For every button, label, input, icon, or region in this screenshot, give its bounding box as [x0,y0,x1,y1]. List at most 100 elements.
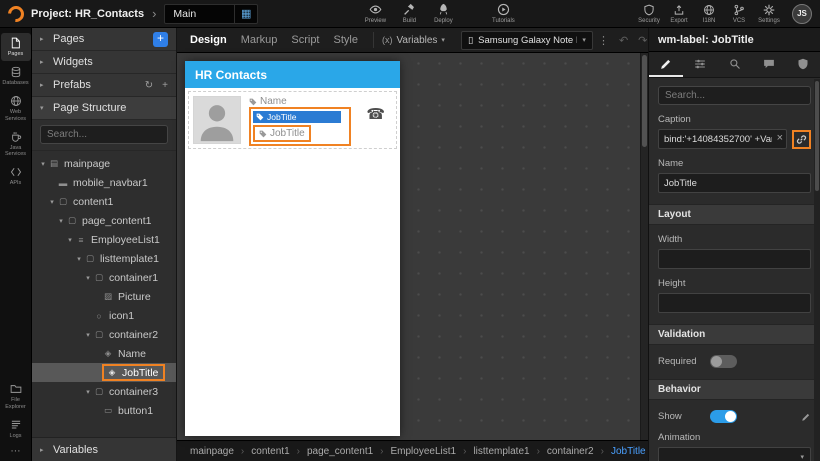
tab-styles[interactable] [683,52,717,77]
tab-events[interactable] [752,52,786,77]
scrollbar-thumb[interactable] [642,55,647,147]
jobtitle-label-widget[interactable]: JobTitle [253,125,311,142]
nav-apis[interactable]: APIs [1,162,31,190]
tab-script[interactable]: Script [284,34,326,46]
add-page-button[interactable]: + [153,31,168,47]
widgets-section-header[interactable]: ▸ Widgets [32,51,176,74]
pages-section-header[interactable]: ▸ Pages + [32,28,176,51]
security-button[interactable]: Security [636,4,662,24]
breadcrumb-content1[interactable]: content1 [251,446,289,457]
breadcrumb-employeelist1[interactable]: EmployeeList1 [391,446,457,457]
tab-security[interactable] [786,52,820,77]
tab-style[interactable]: Style [327,34,365,46]
tree-item-container2[interactable]: ▾ ▢ container2 [32,325,176,344]
properties-body: Caption × Name Layout Width Height [649,78,820,461]
build-label: Build [402,18,417,24]
tab-search[interactable] [717,52,751,77]
tree-item-container1[interactable]: ▾ ▢ container1 [32,268,176,287]
animation-select[interactable]: ▾ [658,447,811,461]
preview-button[interactable]: Preview [358,3,392,24]
tab-properties[interactable] [649,52,684,77]
layout-section-header[interactable]: Layout [649,204,820,225]
user-avatar[interactable]: JS [792,3,812,24]
properties-search-input[interactable] [658,86,811,105]
page-selector[interactable]: Main ▦ [164,3,259,24]
tree-item-content1[interactable]: ▾ ▢ content1 [32,192,176,211]
tree-item-button1[interactable]: ▭ button1 [32,401,176,420]
tree-item-picture[interactable]: ▨ Picture [32,287,176,306]
breadcrumb-container2[interactable]: container2 [547,446,594,457]
caption-input-wrap: × [658,129,787,149]
build-button[interactable]: Build [392,3,426,24]
tab-design[interactable]: Design [183,34,234,46]
tree-item-icon1[interactable]: ○ icon1 [32,306,176,325]
folder-icon [10,385,21,394]
deploy-button[interactable]: Deploy [426,3,460,24]
employee-list-item[interactable]: Name JobTitle JobTitle ☎ [188,91,397,149]
design-canvas[interactable]: HR Contacts Name JobTitle JobTitle ☎ [177,53,648,440]
breadcrumb-jobtitle[interactable]: JobTitle [611,446,646,457]
phone-call-icon[interactable]: ☎ [366,105,385,123]
tree-item-container3[interactable]: ▾ ▢ container3 [32,382,176,401]
scrollbar-thumb[interactable] [815,81,819,191]
export-button[interactable]: Export [666,4,692,24]
vcs-button[interactable]: VCS [726,4,752,24]
breadcrumb-listtemplate1[interactable]: listtemplate1 [473,446,529,457]
add-prefab-icon[interactable]: + [162,80,168,91]
nav-databases[interactable]: Databases [1,62,31,90]
mobile-page-header[interactable]: HR Contacts [185,61,400,88]
required-toggle[interactable] [710,355,737,368]
employee-picture[interactable] [193,96,241,144]
name-label-widget[interactable]: Name [249,96,351,107]
nav-java-services[interactable]: Java Services [1,127,31,162]
device-selector[interactable]: ▯ Samsung Galaxy Note III ▾ [460,30,593,50]
page-structure-header[interactable]: ▾ Page Structure [32,97,176,120]
nav-file-explorer[interactable]: File Explorer [1,379,31,414]
tutorials-button[interactable]: Tutorials [486,3,520,24]
clear-binding-icon[interactable]: × [777,132,783,145]
caption-input[interactable] [658,129,787,149]
canvas-scrollbar[interactable] [640,53,648,440]
breadcrumb-mainpage[interactable]: mainpage [190,446,234,457]
name-input[interactable] [658,173,811,193]
undo-icon[interactable]: ↶ [614,34,633,47]
container-icon: ▢ [94,386,104,396]
nav-pages[interactable]: Pages [0,33,31,61]
tree-item-mobile-navbar1[interactable]: ▬ mobile_navbar1 [32,173,176,192]
kebab-menu-icon[interactable]: ⋮ [593,34,614,47]
tree-item-listtemplate1[interactable]: ▾ ▢ listtemplate1 [32,249,176,268]
tree-item-jobtitle[interactable]: ◈ JobTitle [32,363,176,382]
i18n-button[interactable]: I18N [696,4,722,24]
width-input[interactable] [658,249,811,269]
grid-icon[interactable]: ▦ [234,4,257,23]
edit-binding-icon[interactable] [801,412,811,422]
variables-dropdown[interactable]: (x) Variables ▾ [372,32,453,48]
show-toggle[interactable] [710,410,737,423]
breadcrumb-page-content1[interactable]: page_content1 [307,446,373,457]
bind-link-button[interactable] [792,129,811,149]
tab-markup[interactable]: Markup [234,34,285,46]
web-services-icon [10,95,21,106]
widget-icon: ○ [96,310,102,321]
prefabs-section-header[interactable]: ▸ Prefabs ↻ + [32,74,176,97]
structure-search-input[interactable] [40,125,168,144]
tree-item-mainpage[interactable]: ▾ ▤ mainpage [32,154,176,173]
validation-section-header[interactable]: Validation [649,324,820,345]
behavior-section-header[interactable]: Behavior [649,379,820,400]
variables-section-header[interactable]: ▸ Variables [32,437,176,461]
nav-logs[interactable]: Logs [1,415,31,443]
tree-item-employeelist1[interactable]: ▾ ≡ EmployeeList1 [32,230,176,249]
rocket-icon [439,3,448,15]
wavemaker-logo-icon [4,2,28,25]
properties-scrollbar[interactable] [814,79,820,461]
tree-item-name[interactable]: ◈ Name [32,344,176,363]
settings-button[interactable]: Settings [756,4,782,24]
play-circle-icon [497,3,510,16]
nav-web-services[interactable]: Web Services [1,91,31,126]
tree-item-page-content1[interactable]: ▾ ▢ page_content1 [32,211,176,230]
refresh-icon[interactable]: ↻ [145,80,153,91]
tree-label: listtemplate1 [100,252,159,265]
more-options-icon[interactable]: ⋯ [11,444,21,459]
height-input[interactable] [658,293,811,313]
jobtitle-selected-widget[interactable]: JobTitle [253,111,341,123]
